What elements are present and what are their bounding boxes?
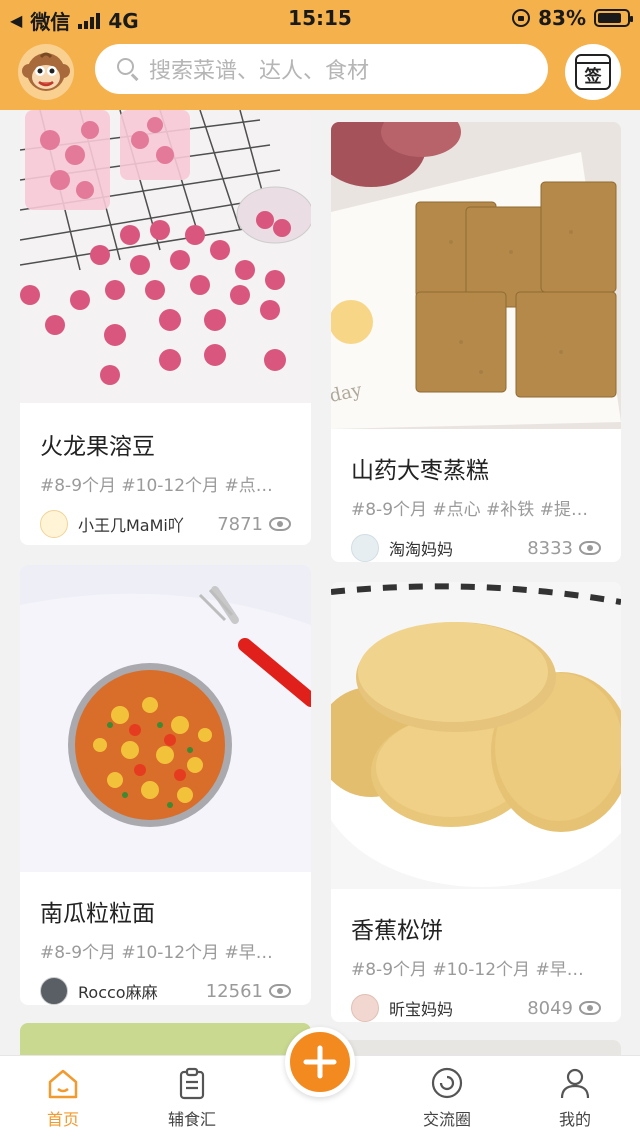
- view-count-value: 12561: [205, 980, 263, 1002]
- view-count: 8049: [527, 998, 601, 1019]
- tab-food-hub-label: 辅食汇: [167, 1110, 216, 1129]
- recipe-meta: Rocco麻麻 12561: [20, 977, 311, 1005]
- recipe-tags[interactable]: #8-9个月 #10-12个月 #点…: [20, 471, 311, 496]
- recipe-card[interactable]: 火龙果溶豆 #8-9个月 #10-12个月 #点… 小王几MaMi吖 7871: [20, 110, 311, 545]
- recipe-meta: 小王几MaMi吖 7871: [20, 510, 311, 538]
- recipe-image[interactable]: [331, 582, 621, 889]
- recipe-title[interactable]: 南瓜粒粒面: [20, 894, 311, 928]
- recipe-tags[interactable]: #8-9个月 #点心 #补铁 #提…: [331, 495, 621, 520]
- calendar-icon: 签: [575, 54, 611, 90]
- user-name[interactable]: 淘淘妈妈: [389, 536, 527, 560]
- sign-in-label: 签: [584, 67, 602, 87]
- plus-icon: [303, 1045, 337, 1079]
- battery-icon: [594, 9, 633, 27]
- recipe-image[interactable]: [20, 1023, 311, 1055]
- recipe-card[interactable]: [20, 1023, 311, 1055]
- recipe-meta: 昕宝妈妈 8049: [331, 994, 621, 1022]
- clipboard-icon: [179, 1067, 205, 1100]
- rotation-lock-icon: [512, 9, 531, 27]
- user-avatar[interactable]: [351, 994, 379, 1022]
- tab-profile-label: 我的: [558, 1110, 591, 1129]
- user-name[interactable]: Rocco麻麻: [78, 979, 206, 1003]
- tab-community[interactable]: 交流圈: [392, 1066, 502, 1130]
- view-count: 12561: [206, 981, 291, 1002]
- recipe-image[interactable]: [331, 1040, 621, 1055]
- user-avatar[interactable]: [40, 510, 68, 538]
- user-name[interactable]: 昕宝妈妈: [389, 996, 527, 1020]
- view-count: 8333: [527, 538, 601, 559]
- recipe-card[interactable]: day 山药大枣蒸糕 #8-9个月 #点心 #补铁 #提… 淘淘妈妈 8333: [331, 122, 621, 562]
- recipe-title[interactable]: 香蕉松饼: [331, 911, 621, 945]
- recipe-meta: 淘淘妈妈 8333: [331, 534, 621, 562]
- status-bar: ◀ 微信 4G 15:15 83%: [0, 0, 640, 36]
- view-count-value: 7871: [217, 513, 263, 535]
- sign-in-button[interactable]: 签: [565, 44, 621, 100]
- tab-profile[interactable]: 我的: [520, 1066, 630, 1130]
- user-name[interactable]: 小王几MaMi吖: [78, 512, 217, 536]
- recipe-image[interactable]: day: [331, 122, 621, 429]
- recipe-image[interactable]: [20, 565, 311, 872]
- monkey-mascot-icon: [22, 52, 70, 91]
- profile-avatar[interactable]: [18, 44, 74, 100]
- recipe-image[interactable]: [20, 110, 311, 403]
- recipe-tags[interactable]: #8-9个月 #10-12个月 #早…: [331, 955, 621, 980]
- tab-community-label: 交流圈: [422, 1110, 471, 1129]
- eye-icon: [269, 984, 291, 998]
- add-recipe-button[interactable]: [285, 1027, 355, 1097]
- user-avatar[interactable]: [40, 977, 68, 1005]
- tab-home[interactable]: 首页: [8, 1066, 118, 1130]
- battery-percent: 83%: [538, 6, 586, 30]
- user-avatar[interactable]: [351, 534, 379, 562]
- app-header: 搜索菜谱、达人、食材 签: [0, 36, 640, 110]
- tab-home-label: 首页: [46, 1110, 79, 1129]
- recipe-card[interactable]: [331, 1040, 621, 1055]
- eye-icon: [579, 541, 601, 555]
- recipe-title[interactable]: 山药大枣蒸糕: [331, 451, 621, 485]
- home-icon: [48, 1069, 78, 1099]
- recipe-title[interactable]: 火龙果溶豆: [20, 427, 311, 461]
- user-icon: [560, 1068, 590, 1099]
- search-placeholder: 搜索菜谱、达人、食材: [149, 59, 370, 84]
- search-input[interactable]: 搜索菜谱、达人、食材: [95, 44, 548, 94]
- view-count-value: 8333: [527, 537, 573, 559]
- recipe-card[interactable]: 南瓜粒粒面 #8-9个月 #10-12个月 #早… Rocco麻麻 12561: [20, 565, 311, 1005]
- recipe-feed[interactable]: 火龙果溶豆 #8-9个月 #10-12个月 #点… 小王几MaMi吖 7871: [0, 110, 640, 1055]
- community-circle-icon: [431, 1067, 463, 1099]
- view-count-value: 8049: [527, 997, 573, 1019]
- eye-icon: [579, 1001, 601, 1015]
- eye-icon: [269, 517, 291, 531]
- recipe-tags[interactable]: #8-9个月 #10-12个月 #早…: [20, 938, 311, 963]
- tab-food-hub[interactable]: 辅食汇: [137, 1066, 247, 1130]
- search-icon: [117, 58, 139, 81]
- view-count: 7871: [217, 514, 291, 535]
- recipe-card[interactable]: 香蕉松饼 #8-9个月 #10-12个月 #早… 昕宝妈妈 8049: [331, 582, 621, 1022]
